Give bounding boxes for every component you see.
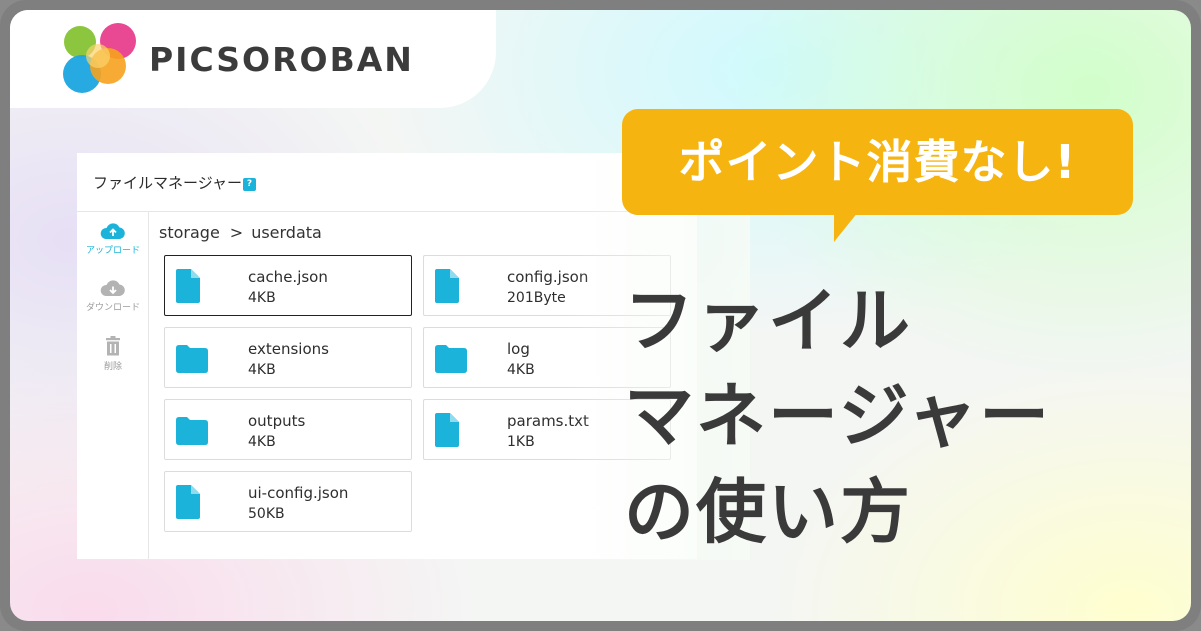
banner-canvas: PICSOROBAN ファイルマネージャー? アップロード ダウンロード 削除 …: [10, 10, 1191, 621]
file-manager-title-text: ファイルマネージャー: [93, 174, 242, 192]
file-name: cache.json: [248, 268, 328, 286]
delete-button[interactable]: 削除: [77, 336, 149, 372]
file-size: 50KB: [248, 506, 285, 522]
file-card[interactable]: ui-config.json 50KB: [164, 471, 412, 532]
folder-size: 4KB: [248, 434, 276, 450]
callout-tail: [821, 212, 859, 242]
download-label: ダウンロード: [85, 303, 140, 313]
logo-tab: PICSOROBAN: [10, 10, 496, 108]
callout-bubble: ポイント消費なし!: [622, 109, 1133, 215]
file-icon: [176, 485, 200, 519]
folder-icon: [176, 345, 208, 373]
folder-icon: [176, 417, 208, 445]
trash-icon: [106, 336, 120, 356]
file-name: ui-config.json: [248, 484, 349, 502]
folder-name: log: [507, 340, 530, 358]
download-button[interactable]: ダウンロード: [77, 279, 149, 313]
file-manager-title: ファイルマネージャー?: [93, 172, 256, 193]
breadcrumb: storage > userdata: [159, 223, 322, 242]
file-manager-sidebar: アップロード ダウンロード 削除: [77, 212, 149, 559]
file-size: 4KB: [248, 290, 276, 306]
cloud-download-icon: [100, 280, 125, 296]
breadcrumb-current: userdata: [251, 223, 322, 242]
folder-card[interactable]: outputs 4KB: [164, 399, 412, 460]
file-size: 1KB: [507, 434, 535, 450]
brand-name: PICSOROBAN: [149, 40, 414, 79]
headline-line-1: ファイル: [624, 280, 912, 362]
logo-mark-icon: [63, 23, 136, 93]
folder-size: 4KB: [248, 362, 276, 378]
upload-label: アップロード: [85, 246, 140, 256]
folder-name: extensions: [248, 340, 329, 358]
file-icon: [435, 269, 459, 303]
callout-text: ポイント消費なし!: [678, 135, 1077, 189]
file-icon: [176, 269, 200, 303]
cloud-upload-icon: [100, 223, 125, 239]
file-size: 201Byte: [507, 290, 566, 306]
upload-button[interactable]: アップロード: [77, 222, 149, 256]
headline-line-2: マネージャー: [624, 375, 1052, 457]
file-icon: [435, 413, 459, 447]
breadcrumb-separator: >: [229, 223, 244, 242]
headline-line-3: の使い方: [624, 471, 912, 553]
folder-card[interactable]: extensions 4KB: [164, 327, 412, 388]
folder-icon: [435, 345, 467, 373]
folder-name: outputs: [248, 412, 306, 430]
banner-frame: PICSOROBAN ファイルマネージャー? アップロード ダウンロード 削除 …: [0, 0, 1201, 631]
file-card[interactable]: cache.json 4KB: [164, 255, 412, 316]
help-icon[interactable]: ?: [242, 178, 256, 191]
breadcrumb-root[interactable]: storage: [159, 223, 220, 242]
delete-label: 削除: [103, 362, 122, 372]
folder-size: 4KB: [507, 362, 535, 378]
